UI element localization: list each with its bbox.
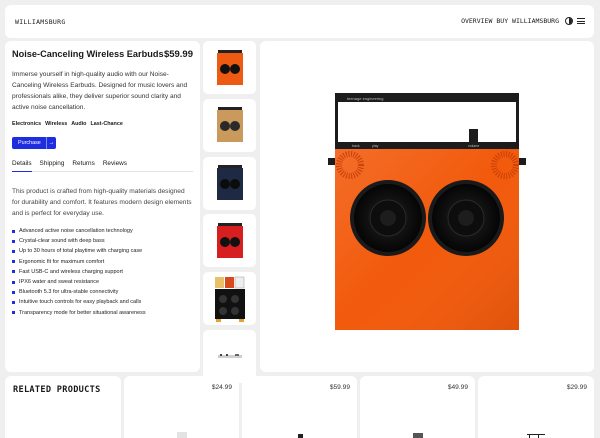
- product-image: [297, 434, 303, 438]
- product-image: [412, 433, 423, 438]
- bullet-icon: [12, 250, 15, 253]
- nav-links: OVERVIEW BUY WILLIAMSBURG: [461, 17, 585, 25]
- related-product-card[interactable]: $59.99: [242, 376, 357, 438]
- brand-engraving: teenage engineering: [347, 96, 383, 101]
- purchase-label: Purchase: [18, 140, 41, 146]
- related-product-price: $49.99: [447, 384, 468, 391]
- purchase-button[interactable]: Purchase →: [12, 137, 56, 149]
- related-product-price: $29.99: [566, 384, 587, 391]
- tag[interactable]: Last-Chance: [90, 121, 122, 127]
- product-price: $59.99: [163, 49, 193, 60]
- speaker-stack-image: [214, 276, 245, 322]
- speaker-image-navy: [216, 165, 243, 201]
- bullet-icon: [12, 290, 15, 294]
- product-tags: Electronics Wireless Audio Last-Chance: [12, 121, 193, 127]
- nav-overview-link[interactable]: OVERVIEW: [461, 17, 492, 25]
- thumbnail-navy[interactable]: [203, 156, 256, 210]
- bullet-icon: [12, 311, 15, 315]
- nav-buy-link[interactable]: BUY WILLIAMSBURG: [496, 17, 559, 25]
- tag[interactable]: Electronics: [12, 121, 41, 127]
- knob-label: track: [352, 144, 360, 148]
- bullet-icon: [12, 229, 15, 233]
- related-products-title: RELATED PRODUCTS: [13, 385, 101, 395]
- related-product-price: $24.99: [211, 384, 232, 391]
- product-description: Immerse yourself in high-quality audio w…: [12, 71, 188, 111]
- tag[interactable]: Audio: [71, 121, 86, 127]
- tab-returns[interactable]: Returns: [72, 160, 94, 167]
- knob-label: play: [372, 144, 379, 148]
- thumbnail-stacked[interactable]: [203, 272, 256, 326]
- speaker-hero-image: teenage engineering track play volume: [328, 93, 526, 330]
- bullet-icon: [12, 260, 15, 264]
- list-item: Crystal-clear sound with deep bass: [12, 236, 193, 246]
- thumbnail-tan[interactable]: [203, 98, 256, 152]
- list-item: Up to 30 hours of total playtime with ch…: [12, 246, 193, 256]
- related-product-card[interactable]: $29.99: [478, 376, 594, 438]
- tab-details[interactable]: Details: [12, 160, 32, 172]
- details-text: This product is crafted from high-qualit…: [12, 188, 192, 217]
- main-product-image: teenage engineering track play volume: [260, 41, 594, 372]
- speaker-image-orange: [216, 49, 243, 85]
- related-product-card[interactable]: $24.99: [124, 376, 239, 438]
- thumbnail-red[interactable]: [203, 214, 256, 268]
- list-item: Fast USB-C and wireless charging support: [12, 267, 193, 277]
- related-product-price: $59.99: [329, 384, 350, 391]
- device-image-slim: [217, 354, 242, 359]
- thumbnail-strip: [203, 41, 256, 388]
- product-image: [176, 432, 187, 438]
- bullet-icon: [12, 270, 15, 274]
- feature-list: Advanced active noise cancellation techn…: [12, 226, 193, 318]
- brand-logo[interactable]: WILLIAMSBURG: [15, 18, 66, 26]
- bullet-icon: [12, 301, 15, 305]
- thumbnail-orange[interactable]: [203, 41, 256, 94]
- product-info-panel: Noise-Canceling Wireless Earbuds $59.99 …: [5, 41, 200, 372]
- speaker-image-red: [216, 222, 243, 258]
- list-item: IPX6 water and sweat resistance: [12, 277, 193, 287]
- product-tabs: Details Shipping Returns Reviews: [12, 160, 193, 172]
- theme-toggle-icon[interactable]: [565, 17, 573, 25]
- knob-label: volume: [468, 144, 479, 148]
- speaker-image-tan: [216, 107, 243, 143]
- list-item: Transparency mode for better situational…: [12, 308, 193, 318]
- product-image: [527, 434, 545, 438]
- top-nav: WILLIAMSBURG OVERVIEW BUY WILLIAMSBURG: [5, 5, 594, 38]
- tag[interactable]: Wireless: [45, 121, 67, 127]
- bullet-icon: [12, 239, 15, 243]
- related-products-header: RELATED PRODUCTS: [5, 376, 121, 438]
- menu-icon[interactable]: [577, 18, 585, 24]
- product-title: Noise-Canceling Wireless Earbuds: [12, 49, 164, 59]
- tab-reviews[interactable]: Reviews: [103, 160, 127, 167]
- related-product-card[interactable]: $49.99: [360, 376, 475, 438]
- arrow-right-icon: →: [46, 137, 56, 149]
- list-item: Advanced active noise cancellation techn…: [12, 226, 193, 236]
- bullet-icon: [12, 280, 15, 284]
- list-item: Ergonomic fit for maximum comfort: [12, 257, 193, 267]
- tab-shipping[interactable]: Shipping: [40, 160, 65, 167]
- list-item: Intuitive touch controls for easy playba…: [12, 297, 193, 307]
- list-item: Bluetooth 5.3 for ultra-stable connectiv…: [12, 287, 193, 297]
